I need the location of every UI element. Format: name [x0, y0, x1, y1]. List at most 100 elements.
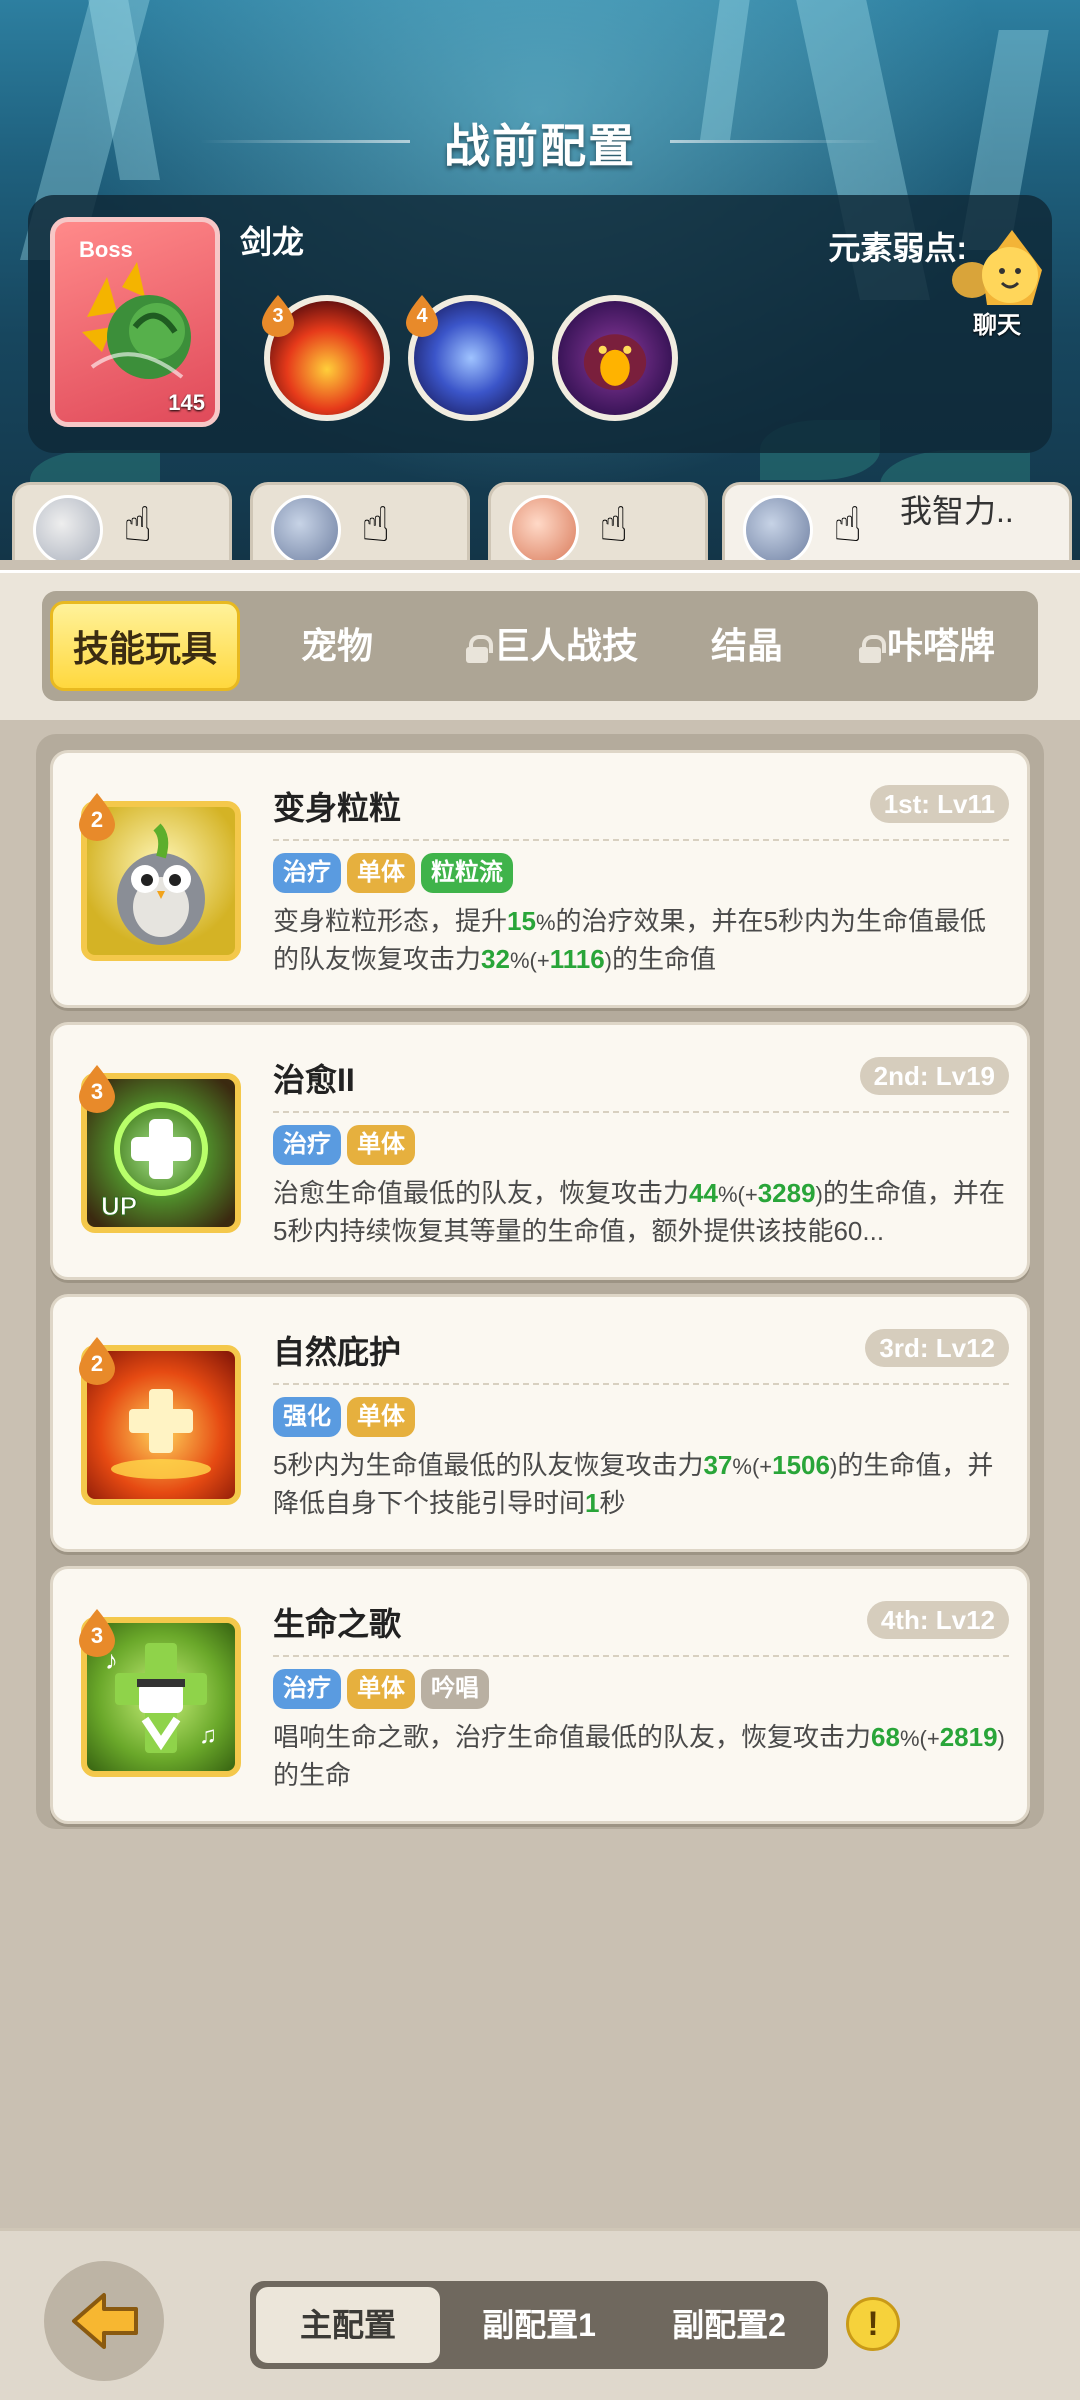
description-text: 秒	[599, 1488, 626, 1518]
description-text: 治愈生命值最低的队友，恢复攻击力	[273, 1178, 690, 1208]
description-text: 的生命	[273, 1760, 352, 1790]
pointing-hand-icon: ☝	[361, 499, 391, 552]
boss-skill-water[interactable]: 4	[406, 295, 534, 421]
boss-card[interactable]: Boss 145	[50, 217, 220, 427]
config-sub-2[interactable]: 副配置2	[636, 2281, 822, 2369]
skill-order-badge: 4th: Lv12	[866, 1601, 1009, 1639]
tag: 单体	[347, 1397, 415, 1437]
skill-name: 生命之歌	[273, 1606, 402, 1642]
description-text: )	[604, 948, 612, 973]
hero-avatar-icon	[509, 495, 579, 560]
tag: 吟唱	[421, 1669, 489, 1709]
description-text: %(+	[899, 1726, 940, 1751]
description-text: 的生命值	[612, 944, 717, 974]
highlight-value: 1506	[772, 1450, 830, 1480]
pointing-hand-icon: ☝	[123, 499, 153, 552]
chat-button[interactable]: 聊天	[942, 225, 1052, 340]
boss-skill-fire[interactable]: 3	[262, 295, 390, 421]
boss-name: 剑龙	[240, 224, 305, 260]
boss-level: 145	[168, 390, 205, 415]
config-main[interactable]: 主配置	[256, 2287, 440, 2363]
skill-description: 唱响生命之歌，治疗生命值最低的队友，恢复攻击力68%(+2819) 的生命	[273, 1719, 1009, 1794]
description-text: )	[997, 1726, 1005, 1751]
divider	[273, 839, 1009, 841]
divider	[273, 1111, 1009, 1113]
description-text: %(+	[509, 948, 550, 973]
orb-badge-count: 3	[272, 305, 284, 327]
pointing-hand-icon: ☝	[833, 499, 863, 552]
skill-order-badge: 1st: Lv11	[869, 785, 1009, 823]
skill-tags: 治疗 单体 吟唱	[273, 1669, 495, 1709]
tab-skill-toys[interactable]: 技能玩具	[50, 601, 240, 691]
hero-tab-2[interactable]: ☝	[250, 482, 470, 560]
skill-order-badge: 3rd: Lv12	[865, 1329, 1009, 1367]
tag: 单体	[347, 1669, 415, 1709]
skill-list: 2 变身粒粒 1st: Lv11 治疗 单体 粒粒流 变身粒粒形态，提升15%的治疗…	[36, 734, 1044, 1829]
category-strip: 技能玩具 宠物 巨人战技 结晶 咔嗒牌	[0, 570, 1080, 720]
highlight-value: 1	[585, 1488, 600, 1518]
tab-card-deck-label: 咔嗒牌	[886, 625, 995, 666]
config-selector: 主配置 副配置1 副配置2	[250, 2281, 828, 2369]
battle-scene-background: 战前配置 Boss 145 剑龙 3 4 元素弱点: 聊天 ☝ ☝ ☝ ☝ 我智…	[0, 0, 1080, 560]
roaring-beast-icon	[583, 334, 647, 390]
skill-order-badge: 2nd: Lv19	[859, 1057, 1009, 1095]
skill-name: 变身粒粒	[273, 790, 402, 826]
description-text: )	[815, 1182, 823, 1207]
tag: 强化	[273, 1397, 341, 1437]
tab-giant-skills[interactable]: 巨人战技	[432, 591, 672, 701]
page-title: 战前配置	[444, 120, 636, 172]
skill-description: 变身粒粒形态，提升15%的治疗效果，并在5秒内为生命值最低的队友恢复攻击力32%…	[273, 903, 1009, 979]
skill-card-2[interactable]: UP 3 治愈II 2nd: Lv19 治疗 单体 治愈生命值最低的队友，恢复攻击…	[50, 1022, 1030, 1280]
boss-info-panel: Boss 145 剑龙 3 4 元素弱点: 聊天	[28, 195, 1052, 453]
hero-name: 我智力..	[900, 493, 1014, 529]
orb-badge-count: 4	[416, 305, 428, 327]
highlight-value: 1116	[549, 944, 605, 974]
description-text: %	[535, 910, 556, 935]
main-area: 2 变身粒粒 1st: Lv11 治疗 单体 粒粒流 变身粒粒形态，提升15%的治疗…	[0, 720, 1080, 2228]
hero-tab-1[interactable]: ☝	[12, 482, 232, 560]
skill-level-badge: 2	[90, 807, 104, 832]
skill-name: 治愈II	[273, 1062, 355, 1098]
highlight-value: 37	[703, 1450, 733, 1480]
description-text: 变身粒粒形态，提升	[273, 906, 508, 936]
boss-skill-roar[interactable]	[552, 295, 678, 421]
skill-tags: 治疗 单体 粒粒流	[273, 853, 519, 893]
bottom-bar: 主配置 副配置1 副配置2 !	[0, 2228, 1080, 2400]
skill-name: 自然庇护	[273, 1334, 402, 1370]
tag: 单体	[347, 1125, 415, 1165]
config-sub-1[interactable]: 副配置1	[446, 2281, 632, 2369]
skill-card-1[interactable]: 2 变身粒粒 1st: Lv11 治疗 单体 粒粒流 变身粒粒形态，提升15%的治疗…	[50, 750, 1030, 1008]
description-text: %(+	[717, 1182, 758, 1207]
hero-avatar-icon	[743, 495, 813, 560]
back-arrow-icon	[72, 2293, 138, 2349]
hero-tab-3[interactable]: ☝	[488, 482, 708, 560]
hero-tab-4[interactable]: ☝ 我智力..	[722, 482, 1072, 560]
tag: 单体	[347, 853, 415, 893]
skill-level-badge: 3	[90, 1079, 104, 1104]
lock-icon	[858, 635, 886, 664]
tab-crystals[interactable]: 结晶	[682, 591, 812, 701]
description-text: %(+	[732, 1454, 773, 1479]
lock-icon	[465, 635, 493, 664]
hero-avatar-icon	[271, 495, 341, 560]
skill-level-badge: 2	[90, 1351, 104, 1376]
up-label: UP	[101, 1191, 137, 1221]
highlight-value: 44	[689, 1178, 718, 1208]
skill-card-3[interactable]: 2 自然庇护 3rd: Lv12 强化 单体 5秒内为生命值最低的队友恢复攻击力3…	[50, 1294, 1030, 1552]
skill-description: 治愈生命值最低的队友，恢复攻击力44%(+3289)的生命值，并在5秒内持续恢复…	[273, 1175, 1009, 1250]
category-tabs: 技能玩具 宠物 巨人战技 结晶 咔嗒牌	[42, 591, 1038, 701]
warning-button[interactable]: !	[846, 2297, 900, 2351]
skill-tags: 强化 单体	[273, 1397, 421, 1437]
tab-pets[interactable]: 宠物	[252, 591, 422, 701]
highlight-value: 2819	[939, 1722, 998, 1752]
back-button[interactable]	[44, 2261, 164, 2381]
highlight-value: 15	[507, 906, 536, 936]
hero-avatar-icon	[33, 495, 103, 560]
svg-text:♫: ♫	[199, 1722, 217, 1749]
highlight-value: 3289	[757, 1178, 816, 1208]
tag: 治疗	[273, 853, 341, 893]
chat-icon	[952, 230, 1042, 305]
highlight-value: 68	[871, 1722, 900, 1752]
skill-card-4[interactable]: ♪ ♫ 3 生命之歌 4th: Lv12 治疗 单体 吟唱 唱响生命之歌，治疗生命值…	[50, 1566, 1030, 1824]
tab-card-deck[interactable]: 咔嗒牌	[822, 591, 1032, 701]
